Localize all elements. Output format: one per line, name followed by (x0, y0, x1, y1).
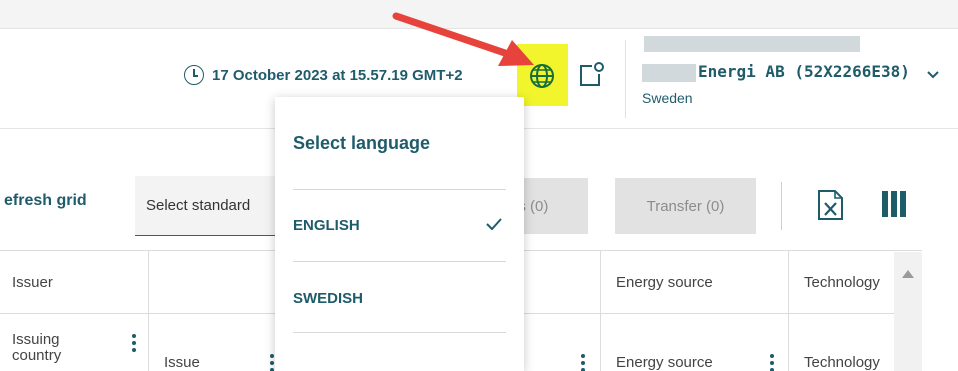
header-technology[interactable]: Technology (804, 274, 880, 291)
header-issuer[interactable]: Issuer (12, 274, 53, 291)
app-page: 17 October 2023 at 15.57.19 GMT+2 Energi… (0, 0, 958, 371)
language-dropdown-title: Select language (293, 133, 431, 153)
redacted-account-name (644, 36, 860, 52)
column-divider (148, 250, 149, 371)
refresh-grid-link[interactable]: efresh grid (4, 192, 87, 210)
filter-technology[interactable]: Technology (804, 354, 880, 371)
dropdown-divider (293, 332, 506, 333)
excel-icon[interactable] (817, 189, 844, 221)
filter-issue[interactable]: Issue (164, 354, 200, 371)
language-option-label: ENGLISH (293, 216, 360, 234)
select-standard-dropdown[interactable]: Select standard (135, 176, 285, 236)
check-icon (486, 218, 502, 230)
language-option-label: SWEDISH (293, 289, 364, 307)
share-icon[interactable] (577, 60, 605, 88)
language-option-english[interactable]: ENGLISH (293, 207, 506, 243)
dropdown-divider (293, 261, 506, 262)
kebab-menu-icon[interactable] (770, 354, 774, 371)
chevron-down-icon[interactable] (926, 70, 940, 80)
columns-icon[interactable] (881, 189, 907, 219)
language-option-swedish[interactable]: SWEDISH (293, 280, 506, 316)
select-standard-label: Select standard (146, 197, 251, 214)
column-divider (788, 250, 789, 371)
kebab-menu-icon[interactable] (270, 354, 274, 371)
language-dropdown: Select language ENGLISH SWEDISH (275, 97, 524, 371)
filter-energy-source[interactable]: Energy source (616, 354, 713, 371)
header-energy-source[interactable]: Energy source (616, 274, 713, 291)
kebab-menu-icon[interactable] (132, 334, 136, 355)
scroll-up-arrow-icon[interactable] (901, 269, 915, 279)
annotation-arrow (392, 12, 534, 66)
filter-issuing-country[interactable]: Issuing country (12, 332, 92, 364)
redacted-company-prefix (642, 64, 696, 82)
transfer-button-label: Transfer (0) (646, 197, 725, 215)
header-divider (625, 40, 626, 118)
dropdown-divider (293, 189, 506, 190)
clock-icon (184, 65, 204, 85)
company-name: Energi AB (52X2266E38) (698, 62, 910, 81)
toolbar-divider (781, 182, 782, 230)
account-country: Sweden (642, 90, 693, 106)
account-selector[interactable]: Energi AB (52X2266E38) Sweden (642, 36, 912, 116)
kebab-menu-icon[interactable] (581, 354, 585, 371)
column-divider (600, 250, 601, 371)
transfer-button[interactable]: Transfer (0) (615, 178, 756, 234)
